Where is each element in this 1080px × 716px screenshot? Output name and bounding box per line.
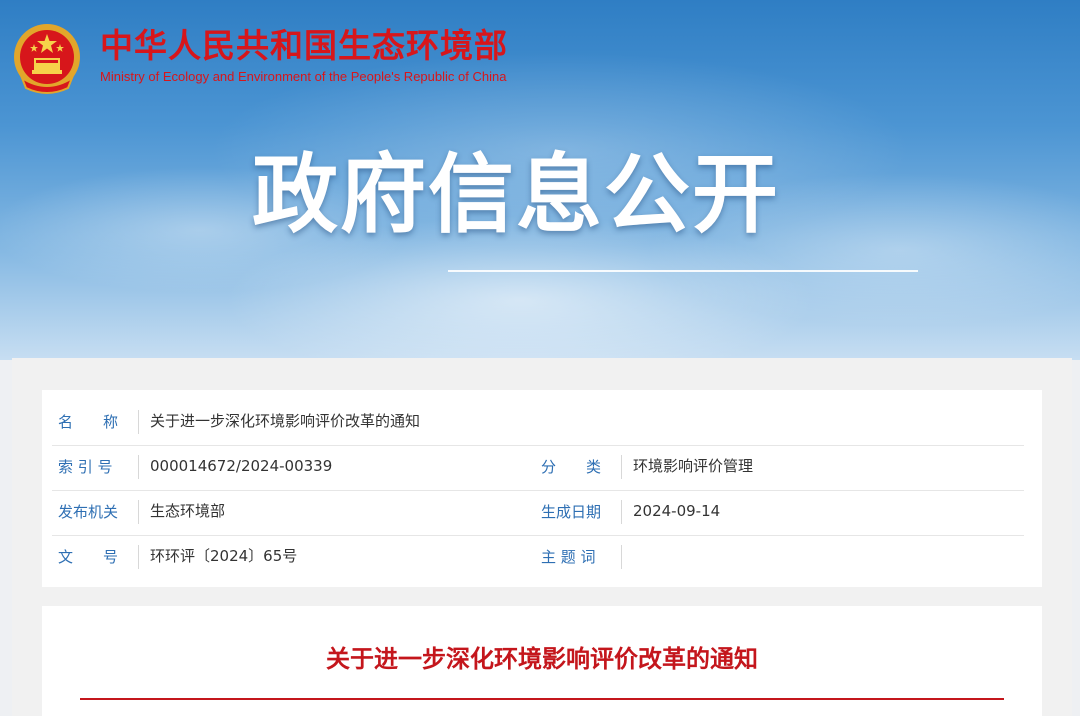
date-value: 2024-09-14	[633, 502, 721, 520]
separator	[138, 545, 139, 569]
separator	[621, 500, 622, 524]
date-label: 生成日期	[541, 503, 602, 521]
meta-row-docno: 文 号 环环评〔2024〕65号 主 题 词	[52, 535, 1024, 580]
category-label: 分 类	[541, 458, 602, 476]
site-name-en[interactable]: Ministry of Ecology and Environment of t…	[100, 69, 506, 84]
publisher-value: 生态环境部	[150, 502, 226, 520]
docno-label: 文 号	[58, 548, 119, 566]
index-label: 索 引 号	[58, 458, 113, 476]
meta-row-publisher: 发布机关 生态环境部 生成日期 2024-09-14	[52, 490, 1024, 536]
document-metadata-card: 名 称 关于进一步深化环境影响评价改革的通知 索 引 号 000014672/2…	[42, 390, 1042, 587]
keywords-label: 主 题 词	[541, 548, 596, 566]
publisher-label: 发布机关	[58, 503, 119, 521]
title-divider	[80, 698, 1004, 700]
banner-divider	[448, 270, 918, 272]
document-title: 关于进一步深化环境影响评价改革的通知	[326, 645, 758, 673]
site-name-cn[interactable]: 中华人民共和国生态环境部	[100, 26, 508, 66]
separator	[138, 410, 139, 434]
separator	[138, 500, 139, 524]
page-banner-title: 政府信息公开	[252, 145, 780, 245]
separator	[621, 455, 622, 479]
index-value: 000014672/2024-00339	[150, 457, 333, 475]
docno-value: 环环评〔2024〕65号	[150, 547, 298, 565]
name-label: 名 称	[58, 413, 119, 431]
national-emblem-icon[interactable]	[12, 22, 82, 96]
separator	[621, 545, 622, 569]
category-value: 环境影响评价管理	[633, 457, 754, 475]
meta-row-index: 索 引 号 000014672/2024-00339 分 类 环境影响评价管理	[52, 445, 1024, 491]
separator	[138, 455, 139, 479]
name-value: 关于进一步深化环境影响评价改革的通知	[150, 412, 421, 430]
banner: 中华人民共和国生态环境部 Ministry of Ecology and Env…	[0, 0, 1080, 360]
meta-row-name: 名 称 关于进一步深化环境影响评价改革的通知	[52, 400, 1024, 446]
document-body-card: 关于进一步深化环境影响评价改革的通知	[42, 606, 1042, 716]
